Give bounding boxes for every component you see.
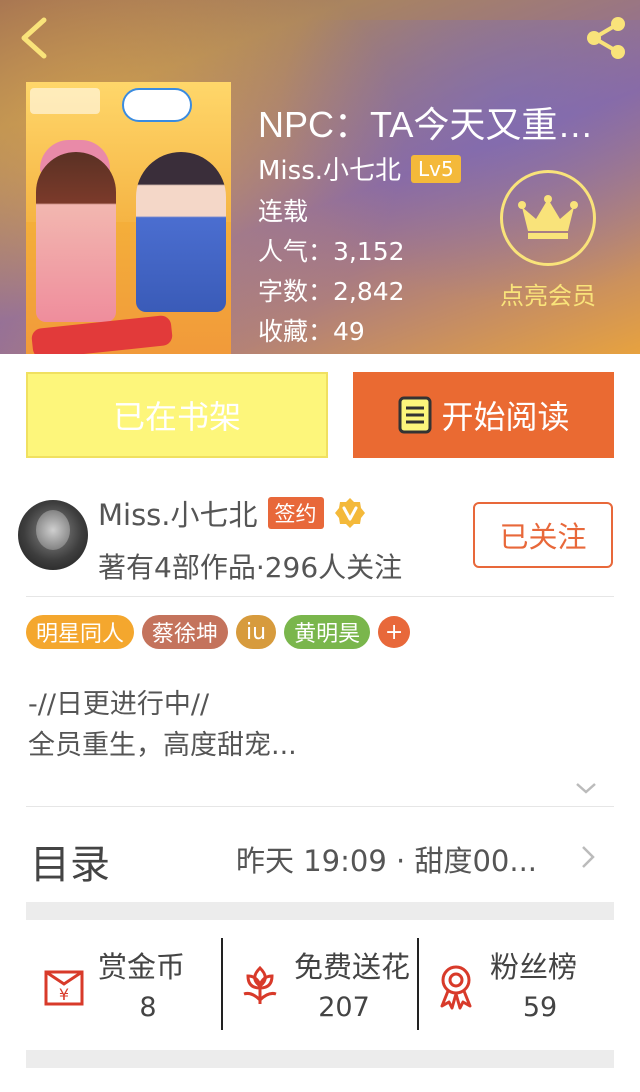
book-word-count: 字数：2,842 xyxy=(258,277,405,306)
section-separator xyxy=(26,1050,614,1068)
fan-ranking-value: 59 xyxy=(522,992,558,1023)
free-flowers-label: 免费送花 xyxy=(294,950,411,984)
signed-badge: 签约 xyxy=(267,497,324,529)
cover-girl-figure xyxy=(36,152,116,322)
start-reading-button[interactable]: 开始阅读 xyxy=(353,372,614,458)
toc-label[interactable]: 目录 xyxy=(30,832,110,890)
cover-corner-badge xyxy=(30,88,100,114)
on-shelf-button[interactable]: 已在书架 xyxy=(26,372,328,458)
start-reading-label: 开始阅读 xyxy=(441,398,570,436)
author-level-badge: Lv5 xyxy=(411,154,461,183)
tag-cai-xukun[interactable]: 蔡徐坤 xyxy=(142,615,229,649)
svg-text:¥: ¥ xyxy=(59,985,69,1004)
tag-stars-fanfic[interactable]: 明星同人 xyxy=(26,615,135,649)
medal-icon xyxy=(440,965,472,1010)
cover-speech-bubble xyxy=(122,88,192,122)
tag-iu[interactable]: iu xyxy=(236,615,277,649)
back-arrow-icon[interactable] xyxy=(14,14,54,62)
tag-list: 明星同人 蔡徐坤 iu 黄明昊 + xyxy=(26,615,411,649)
book-description[interactable]: -//日更进行中// 全员重生，高度甜宠... xyxy=(28,684,297,766)
fan-ranking-label: 粉丝榜 xyxy=(490,950,578,984)
reward-coins-button[interactable]: ¥ 赏金币 8 xyxy=(26,940,222,1030)
author-avatar[interactable] xyxy=(18,500,88,570)
followed-button[interactable]: 已关注 xyxy=(473,502,613,568)
book-favorites: 收藏：49 xyxy=(258,317,365,346)
book-icon xyxy=(398,396,432,434)
chevron-down-icon[interactable] xyxy=(574,780,598,796)
toc-latest-chapter[interactable]: 昨天 19:09 · 甜度00... xyxy=(236,838,537,880)
free-flowers-value: 207 xyxy=(318,992,370,1023)
reward-coins-label: 赏金币 xyxy=(98,950,186,984)
description-line-1: -//日更进行中// xyxy=(28,689,210,720)
book-title: NPC：TA今天又重… xyxy=(258,104,594,145)
reward-coins-value: 8 xyxy=(139,992,157,1023)
book-status: 连载 xyxy=(258,197,309,226)
divider xyxy=(26,806,614,807)
description-line-2: 全员重生，高度甜宠... xyxy=(28,730,297,761)
flower-icon xyxy=(243,965,277,1004)
book-cover-image[interactable] xyxy=(26,82,231,354)
share-icon[interactable] xyxy=(582,14,630,62)
book-author-name[interactable]: Miss.小七北 xyxy=(258,150,401,187)
red-envelope-icon: ¥ xyxy=(44,970,84,1006)
section-separator xyxy=(26,902,614,920)
verified-v-icon xyxy=(334,498,365,528)
chevron-right-icon[interactable] xyxy=(578,844,598,870)
vip-button[interactable]: 点亮会员 xyxy=(492,170,604,311)
crown-icon xyxy=(518,195,578,239)
cover-boy-figure xyxy=(136,152,226,312)
author-name[interactable]: Miss.小七北 xyxy=(98,492,258,534)
author-info-line[interactable]: Miss.小七北 签约 xyxy=(98,492,366,534)
add-tag-button[interactable]: + xyxy=(378,616,411,648)
divider xyxy=(26,596,614,597)
book-author-line[interactable]: Miss.小七北 Lv5 xyxy=(258,150,461,187)
author-stats: 著有4部作品·296人关注 xyxy=(98,551,403,584)
vip-label: 点亮会员 xyxy=(500,282,596,310)
vip-circle xyxy=(500,170,596,266)
free-flowers-button[interactable]: 免费送花 207 xyxy=(222,940,418,1030)
book-popularity: 人气：3,152 xyxy=(258,237,405,266)
fan-ranking-button[interactable]: 粉丝榜 59 xyxy=(418,940,614,1030)
tag-huang-minghao[interactable]: 黄明昊 xyxy=(284,615,371,649)
